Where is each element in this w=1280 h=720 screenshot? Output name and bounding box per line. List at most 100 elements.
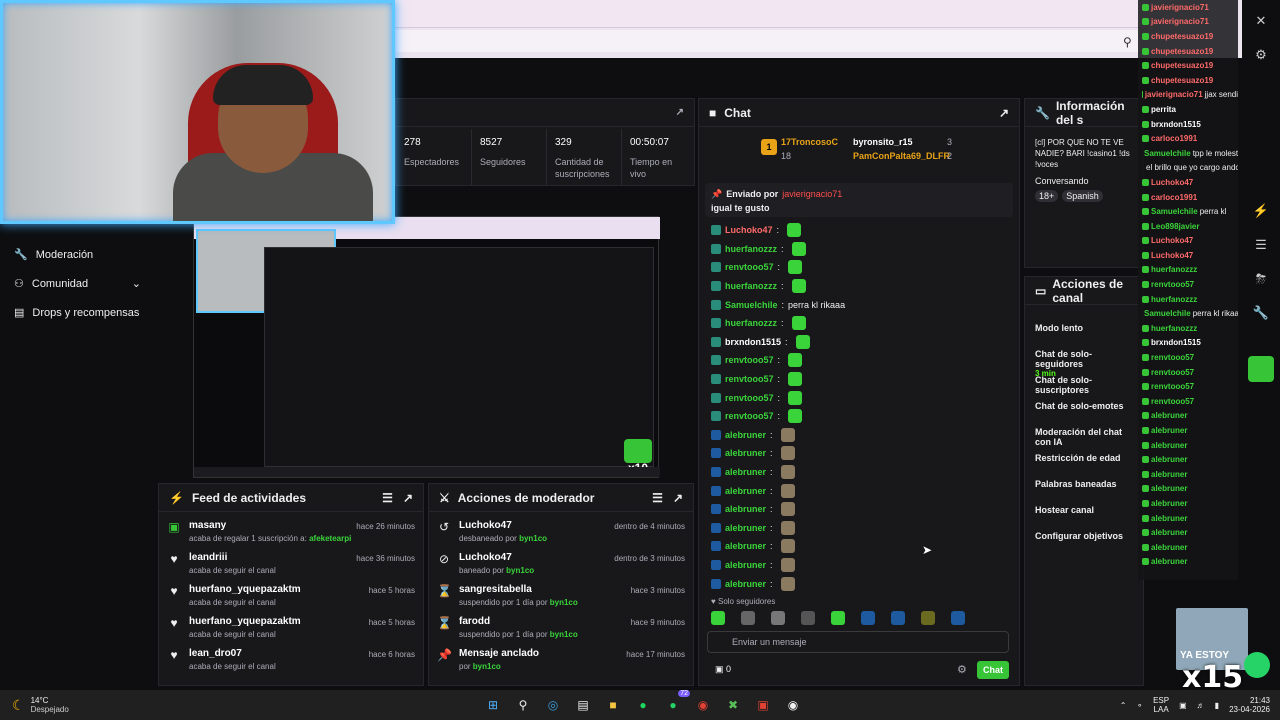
channel-action[interactable]: Modo lento: [1025, 323, 1143, 349]
channel-action[interactable]: Chat de solo-seguidores 3 min: [1025, 349, 1143, 378]
chat-username[interactable]: renvtooo57: [725, 393, 774, 403]
chat-username[interactable]: alebruner: [725, 467, 766, 477]
nav-item-moderacion[interactable]: 🔧 Moderación: [0, 240, 155, 269]
channel-action[interactable]: Moderación del chat con IA: [1025, 427, 1143, 453]
chat-username[interactable]: renvtooo57: [725, 355, 774, 365]
search-icon[interactable]: ⚲: [512, 694, 534, 716]
chat-username[interactable]: renvtooo57: [725, 262, 774, 272]
tag-chip[interactable]: Spanish: [1062, 190, 1103, 202]
chat-username[interactable]: huerfanozzz: [725, 244, 777, 254]
modact-moderator[interactable]: byn1co: [550, 598, 578, 607]
wrench-icon[interactable]: 🔧: [1248, 300, 1274, 326]
chat-input[interactable]: Enviar un mensaje: [707, 631, 1009, 653]
feed-user[interactable]: lean_dro07: [189, 648, 276, 659]
battery-icon[interactable]: ▮: [1215, 701, 1219, 710]
filter-icon[interactable]: ☰: [382, 491, 393, 505]
category-label[interactable]: Conversando: [1035, 176, 1089, 186]
xbox-icon[interactable]: ✖: [722, 694, 744, 716]
chat-username[interactable]: renvtooo57: [725, 411, 774, 421]
channel-action[interactable]: Chat de solo-emotes: [1025, 401, 1143, 427]
expand-icon[interactable]: ↗: [999, 106, 1009, 120]
chat-username[interactable]: brxndon1515: [725, 337, 781, 347]
app-icon[interactable]: ▣: [752, 694, 774, 716]
bolt-icon[interactable]: ⚡: [1248, 198, 1274, 224]
emote-icon[interactable]: [891, 611, 905, 625]
chat-username[interactable]: alebruner: [725, 486, 766, 496]
chat-username[interactable]: Luchoko47: [725, 225, 773, 235]
chat-username[interactable]: huerfanozzz: [725, 318, 777, 328]
chat-username[interactable]: Samuelchile: [725, 300, 778, 310]
modact-moderator[interactable]: byn1co: [506, 566, 534, 575]
emote-icon[interactable]: [861, 611, 875, 625]
feed-user[interactable]: huerfano_yquepazaktm: [189, 616, 301, 627]
channel-action[interactable]: Configurar objetivos: [1025, 531, 1143, 557]
shield-icon[interactable]: ⛈: [1248, 266, 1274, 292]
zoom-icon[interactable]: ⚲: [1123, 35, 1137, 49]
feed-user[interactable]: huerfano_yquepazaktm: [189, 584, 301, 595]
network-icon[interactable]: ▣: [1179, 701, 1187, 710]
modact-user[interactable]: Luchoko47: [459, 520, 547, 531]
chat-username[interactable]: alebruner: [725, 541, 766, 551]
tag-chip[interactable]: 18+: [1035, 190, 1059, 202]
modact-user[interactable]: sangresitabella: [459, 584, 578, 595]
nav-item-drops[interactable]: ▤ Drops y recompensas: [0, 298, 155, 327]
feed-user[interactable]: masany: [189, 520, 351, 531]
chat-username[interactable]: alebruner: [725, 448, 766, 458]
gear-icon[interactable]: ⚙: [957, 663, 967, 676]
modact-moderator[interactable]: byn1co: [550, 630, 578, 639]
modact-user[interactable]: farodd: [459, 616, 578, 627]
clock-time[interactable]: 21:43: [1229, 696, 1270, 705]
leaderboard-user[interactable]: byronsito_r15: [853, 137, 913, 147]
channel-action[interactable]: Palabras baneadas: [1025, 479, 1143, 505]
chrome-icon[interactable]: ◉: [692, 694, 714, 716]
emote-icon[interactable]: [921, 611, 935, 625]
filter-icon[interactable]: ☰: [652, 491, 663, 505]
whatsapp-icon[interactable]: [1244, 652, 1270, 678]
lang-label[interactable]: ESP: [1153, 696, 1169, 705]
address-bar[interactable]: [395, 30, 1140, 52]
chat-username[interactable]: alebruner: [725, 560, 766, 570]
channel-action[interactable]: Restricción de edad: [1025, 453, 1143, 479]
modact-user[interactable]: Mensaje anclado: [459, 648, 539, 659]
folder-icon[interactable]: ■: [602, 694, 624, 716]
pinned-by-user[interactable]: javierignacio71: [782, 189, 842, 200]
emote-icon[interactable]: [801, 611, 815, 625]
chat-username[interactable]: alebruner: [725, 430, 766, 440]
channel-action[interactable]: Hostear canal: [1025, 505, 1143, 531]
chat-username[interactable]: alebruner: [725, 523, 766, 533]
modact-moderator[interactable]: byn1co: [473, 662, 501, 671]
feed-user[interactable]: leandriii: [189, 552, 276, 563]
chevron-up-icon[interactable]: ⌃: [1120, 701, 1127, 710]
emote-icon[interactable]: [741, 611, 755, 625]
edge-icon[interactable]: ◎: [542, 694, 564, 716]
expand-icon[interactable]: ↗: [403, 491, 413, 505]
emote-icon[interactable]: [711, 611, 725, 625]
feed-sub-user[interactable]: afeketearpi: [309, 534, 351, 543]
green-app-icon[interactable]: [1248, 356, 1274, 382]
stream-preview[interactable]: x10: [193, 216, 660, 478]
modact-moderator[interactable]: byn1co: [519, 534, 547, 543]
nav-item-comunidad[interactable]: ⚇ Comunidad ⌄: [0, 269, 155, 298]
modact-user[interactable]: Luchoko47: [459, 552, 534, 563]
list-icon[interactable]: ☰: [1248, 232, 1274, 258]
channel-action[interactable]: Chat de solo-suscriptores: [1025, 375, 1143, 401]
gear-icon[interactable]: ⚙: [1248, 42, 1274, 68]
chat-username[interactable]: huerfanozzz: [725, 281, 777, 291]
spotify-icon[interactable]: ●: [632, 694, 654, 716]
chat-username[interactable]: renvtooo57: [725, 374, 774, 384]
windows-start-icon[interactable]: ⊞: [482, 694, 504, 716]
obs-icon[interactable]: ◉: [782, 694, 804, 716]
leaderboard-user[interactable]: PamConPalta69_DLFR: [853, 151, 950, 161]
mic-icon[interactable]: ⚬: [1136, 701, 1143, 710]
expand-icon[interactable]: ↗: [676, 107, 684, 118]
close-icon[interactable]: ✕: [1248, 8, 1274, 34]
expand-icon[interactable]: ↗: [673, 491, 683, 505]
weather-widget[interactable]: ☾ 14°C Despejado: [0, 696, 300, 714]
chat-username[interactable]: alebruner: [725, 504, 766, 514]
emote-icon[interactable]: [831, 611, 845, 625]
leaderboard-user[interactable]: 17TroncosoC: [781, 137, 838, 147]
chat-username[interactable]: alebruner: [725, 579, 766, 589]
store-icon[interactable]: ▤: [572, 694, 594, 716]
emote-icon[interactable]: [771, 611, 785, 625]
emote-icon[interactable]: [951, 611, 965, 625]
